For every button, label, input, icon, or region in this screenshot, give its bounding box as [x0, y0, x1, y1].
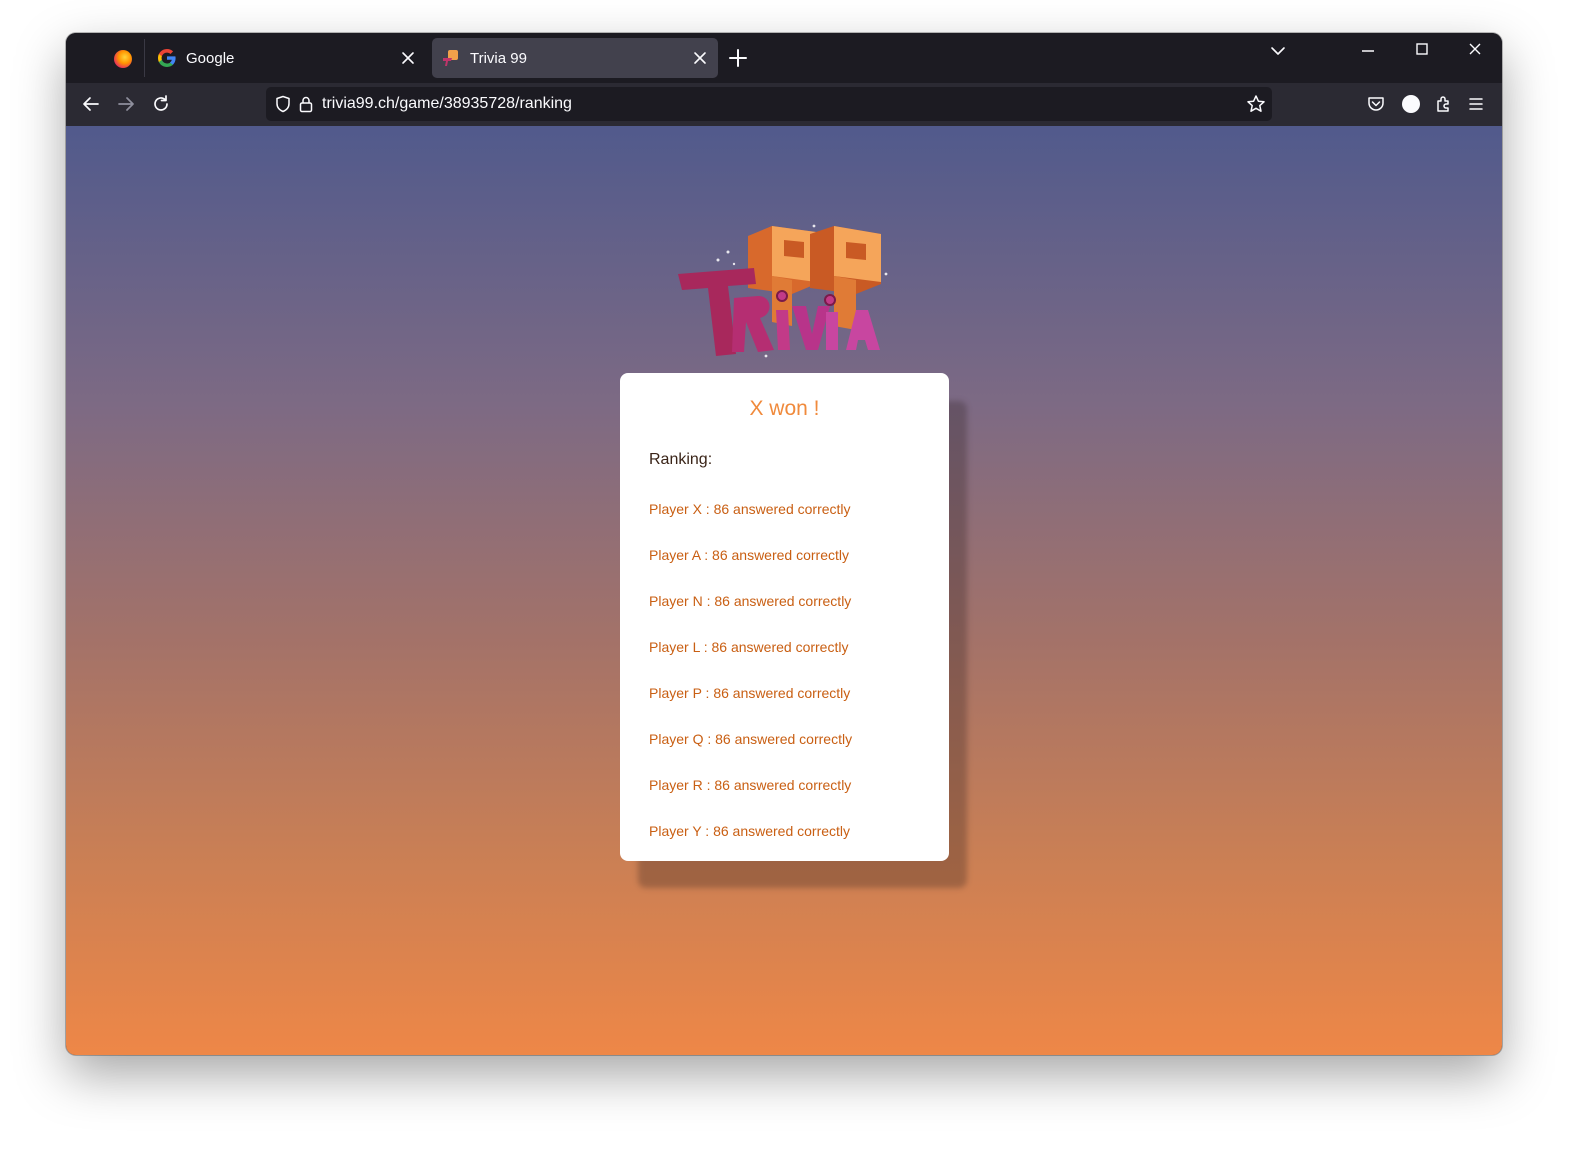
trivia99-logo: [678, 224, 888, 358]
ranking-row: Player X : 86 answered correctly: [649, 501, 851, 517]
close-window-icon[interactable]: [1463, 39, 1487, 59]
tab-trivia99[interactable]: Trivia 99: [432, 38, 718, 78]
minimize-icon[interactable]: [1356, 39, 1380, 59]
shield-icon[interactable]: [274, 95, 292, 113]
firefox-icon[interactable]: [114, 50, 132, 68]
chevron-down-icon[interactable]: [1268, 41, 1288, 61]
tab-title: Google: [186, 50, 235, 67]
close-tab-icon[interactable]: [398, 48, 418, 68]
address-bar[interactable]: trivia99.ch/game/38935728/ranking: [266, 87, 1272, 121]
bookmark-star-icon[interactable]: [1246, 94, 1266, 114]
lock-icon[interactable]: [298, 95, 314, 113]
ranking-row: Player A : 86 answered correctly: [649, 547, 849, 563]
trivia99-favicon: [443, 50, 458, 66]
nav-bar: trivia99.ch/game/38935728/ranking: [66, 83, 1502, 126]
tab-title: Trivia 99: [470, 50, 527, 67]
ranking-row: Player Y : 86 answered correctly: [649, 823, 851, 839]
ranking-row: Player N : 86 answered correctly: [649, 593, 852, 609]
maximize-icon[interactable]: [1410, 39, 1434, 59]
tab-google[interactable]: Google: [148, 38, 426, 78]
ranking-row: Player L : 86 answered correctly: [649, 639, 849, 655]
extensions-icon[interactable]: [1434, 94, 1454, 114]
google-icon: [158, 49, 176, 67]
new-tab-icon[interactable]: [726, 46, 750, 70]
winner-heading: X won !: [749, 397, 820, 420]
menu-icon[interactable]: [1466, 94, 1486, 114]
back-arrow-icon[interactable]: [80, 93, 102, 115]
ranking-label: Ranking:: [649, 451, 713, 468]
ranking-row: Player P : 86 answered correctly: [649, 685, 851, 701]
forward-arrow-icon[interactable]: [115, 93, 137, 115]
pocket-icon[interactable]: [1366, 94, 1386, 114]
close-tab-icon[interactable]: [690, 48, 710, 68]
account-avatar[interactable]: [1402, 95, 1420, 113]
browser-window: Google Trivia 99 trivia99.ch/game/389357…: [66, 33, 1502, 1055]
ranking-row: Player Q : 86 answered correctly: [649, 731, 853, 747]
page-content: X won ! Ranking: Player X : 86 answered …: [66, 126, 1502, 1055]
tab-strip: Google Trivia 99: [66, 33, 1502, 83]
ranking-row: Player R : 86 answered correctly: [649, 777, 852, 793]
reload-icon[interactable]: [150, 93, 172, 115]
url-text[interactable]: trivia99.ch/game/38935728/ranking: [322, 95, 572, 113]
ranking-card: X won ! Ranking: Player X : 86 answered …: [620, 373, 949, 861]
tab-separator: [144, 39, 145, 77]
